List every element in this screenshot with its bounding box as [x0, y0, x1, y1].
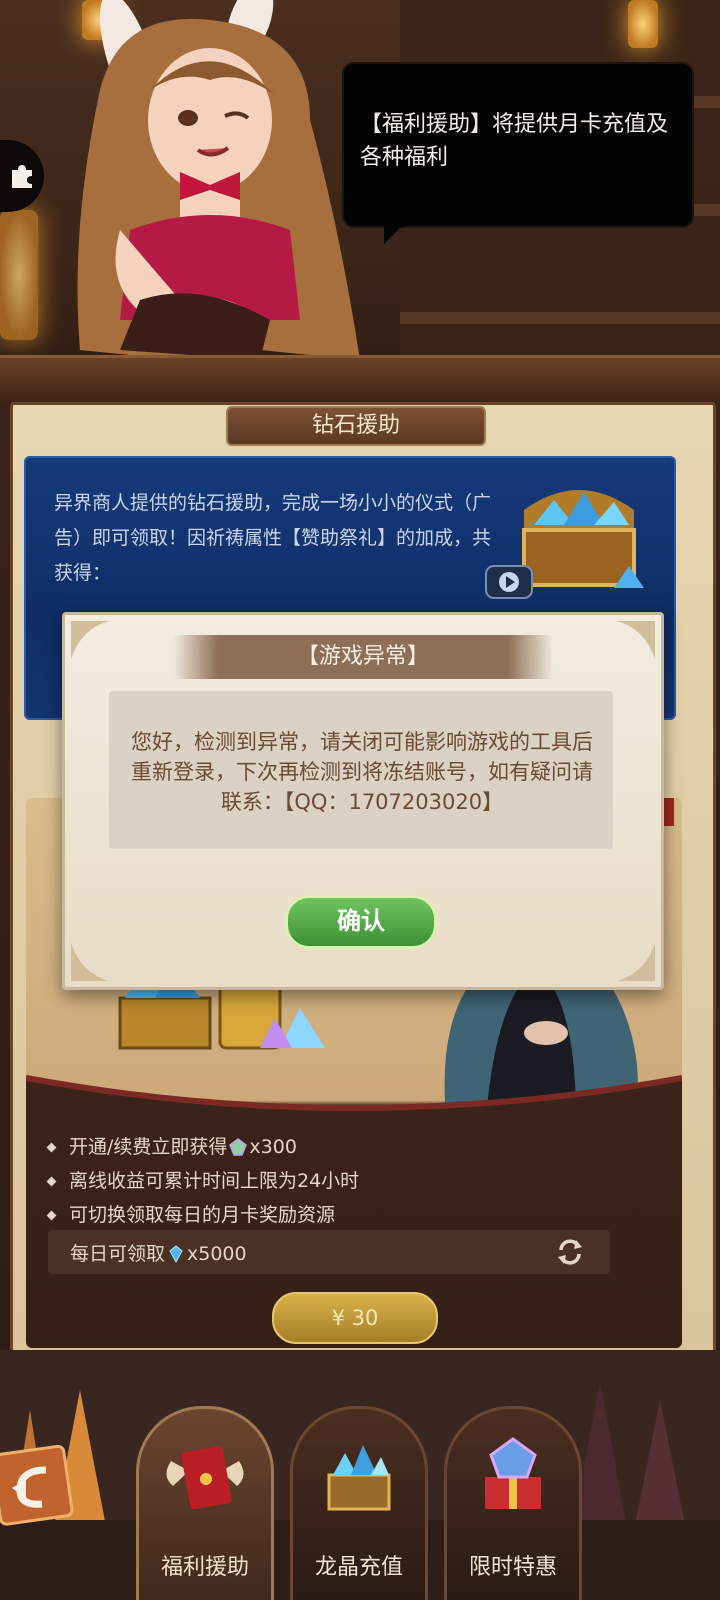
corner-ornament — [71, 621, 109, 659]
corner-ornament — [71, 943, 109, 981]
confirm-button[interactable]: 确认 — [285, 895, 437, 949]
corner-ornament — [617, 621, 655, 659]
dialog-message: 您好，检测到异常，请关闭可能影响游戏的工具后重新登录，下次再检测到将冻结账号，如… — [131, 730, 593, 814]
game-screen: 【福利援助】将提供月卡充值及各种福利 钻石援助 异界商人提供的钻石援助，完成一场… — [0, 0, 720, 1600]
dialog-message-box: 您好，检测到异常，请关闭可能影响游戏的工具后重新登录，下次再检测到将冻结账号，如… — [109, 691, 613, 849]
dialog-title: 【游戏异常】 — [173, 635, 553, 679]
game-error-dialog: 【游戏异常】 您好，检测到异常，请关闭可能影响游戏的工具后重新登录，下次再检测到… — [62, 612, 664, 990]
corner-ornament — [617, 943, 655, 981]
